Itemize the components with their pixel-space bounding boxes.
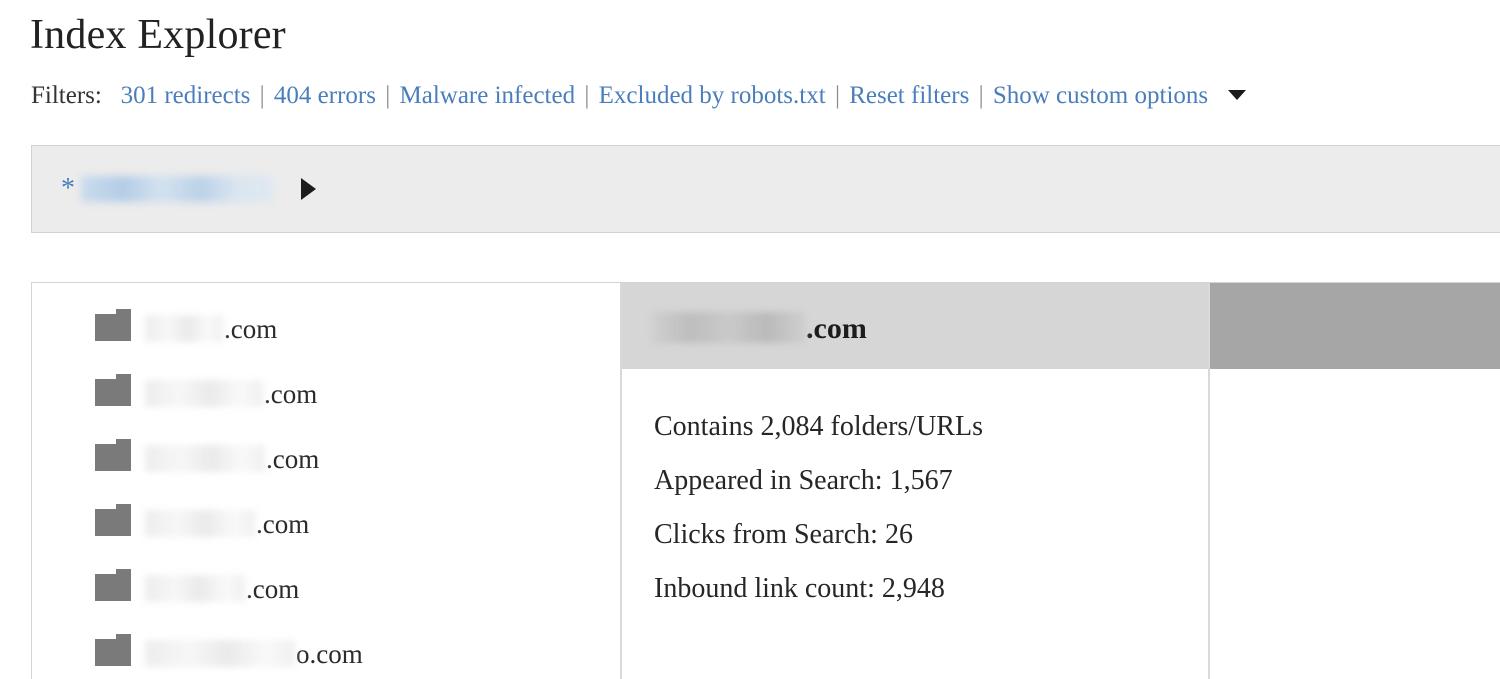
filter-link-301-redirects[interactable]: 301 redirects (121, 82, 251, 109)
folder-list-column: .com .com .com .com .com o.com (32, 283, 622, 679)
filters-bar: Filters: 301 redirects | 404 errors | Ma… (31, 82, 1247, 111)
stat-appeared-in-search: Appeared in Search: 1,567 (654, 465, 953, 496)
folder-label-tld: .com (224, 313, 278, 344)
breadcrumb-root-link-redacted[interactable] (81, 176, 273, 202)
list-item[interactable]: .com (32, 490, 620, 555)
redacted-domain (145, 574, 245, 602)
redacted-domain (652, 311, 805, 343)
filter-link-show-custom-options[interactable]: Show custom options (993, 82, 1208, 109)
redacted-domain (145, 314, 223, 342)
detail-title: .com (652, 307, 867, 346)
folder-label: .com (145, 506, 309, 540)
filter-link-404-errors[interactable]: 404 errors (274, 82, 376, 109)
third-column-header (1210, 283, 1500, 369)
page-title: Index Explorer (30, 12, 286, 58)
filter-separator: | (385, 82, 391, 109)
folder-label-tld: .com (256, 508, 310, 539)
explorer-panel: .com .com .com .com .com o.com .com Cont… (31, 282, 1500, 679)
folder-label: .com (145, 571, 299, 605)
filter-link-excluded-by-robots-txt[interactable]: Excluded by robots.txt (599, 82, 826, 109)
stat-contains-folders-urls: Contains 2,084 folders/URLs (654, 411, 983, 442)
folder-icon (95, 309, 131, 341)
folder-icon (95, 569, 131, 601)
filter-link-malware-infected[interactable]: Malware infected (400, 82, 576, 109)
redacted-domain (145, 379, 263, 407)
filters-label: Filters: (31, 82, 102, 109)
folder-icon (95, 439, 131, 471)
redacted-domain (145, 444, 265, 472)
stat-inbound-link-count: Inbound link count: 2,948 (654, 573, 945, 604)
detail-column: .com Contains 2,084 folders/URLs Appeare… (622, 283, 1210, 679)
detail-stats: Contains 2,084 folders/URLs Appeared in … (622, 369, 1208, 603)
filter-link-reset-filters[interactable]: Reset filters (849, 82, 969, 109)
third-column (1210, 283, 1500, 679)
caret-down-icon[interactable] (1228, 90, 1247, 101)
folder-label-tld: .com (264, 378, 318, 409)
stat-clicks-from-search: Clicks from Search: 26 (654, 519, 913, 550)
triangle-right-icon[interactable] (301, 178, 316, 200)
list-item[interactable]: .com (32, 295, 620, 360)
folder-label-tld: .com (266, 443, 320, 474)
filter-separator: | (834, 82, 840, 109)
folder-icon (95, 374, 131, 406)
folder-label: o.com (145, 636, 363, 670)
redacted-domain (145, 509, 255, 537)
folder-label: .com (145, 311, 277, 345)
filter-separator: | (978, 82, 984, 109)
folder-label-tld: .com (246, 573, 300, 604)
filter-separator: | (259, 82, 265, 109)
detail-header: .com (622, 283, 1208, 369)
list-item[interactable]: o.com (32, 620, 620, 679)
breadcrumb-root-marker: * (61, 173, 75, 204)
folder-label-tld: o.com (296, 638, 363, 669)
list-item[interactable]: .com (32, 425, 620, 490)
folder-icon (95, 504, 131, 536)
detail-title-tld: .com (806, 311, 867, 345)
folder-label: .com (145, 441, 319, 475)
filter-separator: | (584, 82, 590, 109)
folder-icon (95, 634, 131, 666)
list-item[interactable]: .com (32, 555, 620, 620)
breadcrumb-strip: * (31, 145, 1500, 233)
folder-label: .com (145, 376, 317, 410)
list-item[interactable]: .com (32, 360, 620, 425)
breadcrumb: * (61, 175, 316, 203)
index-explorer-page: Index Explorer Filters: 301 redirects | … (0, 0, 1500, 679)
redacted-domain (145, 639, 295, 667)
